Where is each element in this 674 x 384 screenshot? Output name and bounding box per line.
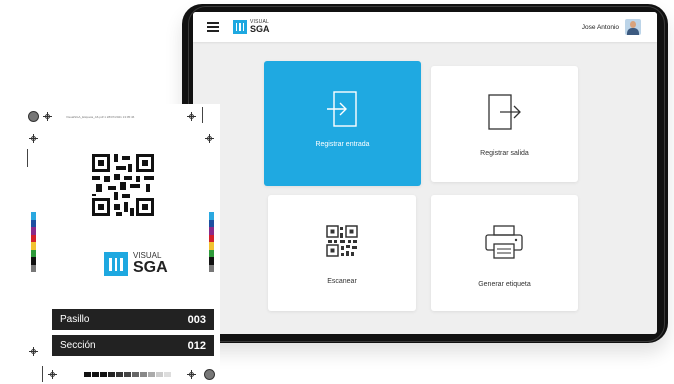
- label-row-seccion: Sección 012: [52, 335, 214, 356]
- label-row-pasillo: Pasillo 003: [52, 309, 214, 330]
- qr-code-icon: [92, 154, 154, 216]
- gray-swatch: [124, 372, 131, 377]
- logo-mark-icon: [233, 20, 247, 34]
- user-name: Jose Antonio: [581, 23, 619, 31]
- logout-icon: [488, 94, 521, 130]
- crosshair-icon: [187, 112, 196, 121]
- row-value: 003: [187, 313, 206, 326]
- logo-mark-icon: [104, 252, 128, 276]
- generar-etiqueta-button[interactable]: Generar etiqueta: [431, 195, 578, 311]
- color-swatch: [209, 249, 214, 257]
- color-swatch: [31, 234, 36, 242]
- gray-swatch: [164, 372, 171, 377]
- gray-swatch: [116, 372, 123, 377]
- crop-mark: [27, 149, 28, 167]
- registration-dot-icon: [28, 111, 39, 122]
- crop-mark: [42, 366, 43, 382]
- printer-icon: [485, 225, 523, 259]
- crosshair-icon: [29, 134, 38, 143]
- gray-scale-bar: [84, 372, 172, 377]
- printed-label: VisualSGA_Etiqueta_A6.pdf 1 28/07/2021 1…: [22, 104, 220, 384]
- logo-text-bottom: SGA: [133, 259, 168, 276]
- card-label: Registrar entrada: [315, 141, 370, 148]
- color-swatch: [209, 227, 214, 235]
- color-swatch: [31, 219, 36, 227]
- gray-swatch: [100, 372, 107, 377]
- gray-swatch: [84, 372, 91, 377]
- row-key: Sección: [60, 340, 96, 351]
- crop-mark: [202, 107, 203, 123]
- crosshair-icon: [48, 370, 57, 379]
- crosshair-icon: [29, 347, 38, 356]
- registration-dot-icon: [204, 369, 215, 380]
- gray-swatch: [132, 372, 139, 377]
- color-swatch: [31, 249, 36, 257]
- gray-swatch: [156, 372, 163, 377]
- card-label: Registrar salida: [480, 150, 529, 157]
- color-swatch: [209, 234, 214, 242]
- row-key: Pasillo: [60, 314, 90, 325]
- registrar-salida-button[interactable]: Registrar salida: [431, 66, 578, 182]
- color-calibration-strip: [31, 212, 36, 272]
- login-icon: [327, 91, 357, 127]
- color-swatch: [209, 264, 214, 272]
- escanear-button[interactable]: Escanear: [268, 195, 416, 311]
- hamburger-menu-icon[interactable]: [207, 22, 219, 32]
- gray-swatch: [92, 372, 99, 377]
- color-swatch: [31, 212, 36, 220]
- color-calibration-strip: [209, 212, 214, 272]
- color-swatch: [31, 227, 36, 235]
- color-swatch: [209, 257, 214, 265]
- color-swatch: [31, 257, 36, 265]
- crosshair-icon: [187, 370, 196, 379]
- gray-swatch: [148, 372, 155, 377]
- user-menu[interactable]: Jose Antonio: [582, 19, 641, 35]
- color-swatch: [209, 242, 214, 250]
- color-swatch: [31, 242, 36, 250]
- gray-swatch: [108, 372, 115, 377]
- color-swatch: [209, 219, 214, 227]
- app-screen: VISUAL SGA Jose Antonio Registrar entrad…: [193, 12, 657, 334]
- gray-swatch: [140, 372, 147, 377]
- color-swatch: [31, 264, 36, 272]
- row-value: 012: [187, 339, 206, 352]
- logo-text-bottom: SGA: [250, 24, 270, 34]
- card-label: Escanear: [327, 278, 357, 285]
- color-swatch: [209, 212, 214, 220]
- document-header: VisualSGA_Etiqueta_A6.pdf 1 28/07/2021 1…: [66, 115, 135, 119]
- registrar-entrada-button[interactable]: Registrar entrada: [264, 61, 421, 186]
- crosshair-icon: [205, 134, 214, 143]
- card-label: Generar etiqueta: [478, 281, 531, 288]
- crosshair-icon: [43, 112, 52, 121]
- avatar[interactable]: [625, 19, 641, 35]
- top-bar: VISUAL SGA Jose Antonio: [193, 12, 657, 42]
- label-logo: VISUAL SGA: [104, 252, 168, 276]
- app-logo[interactable]: VISUAL SGA: [233, 19, 270, 35]
- qr-code-icon: [326, 225, 358, 257]
